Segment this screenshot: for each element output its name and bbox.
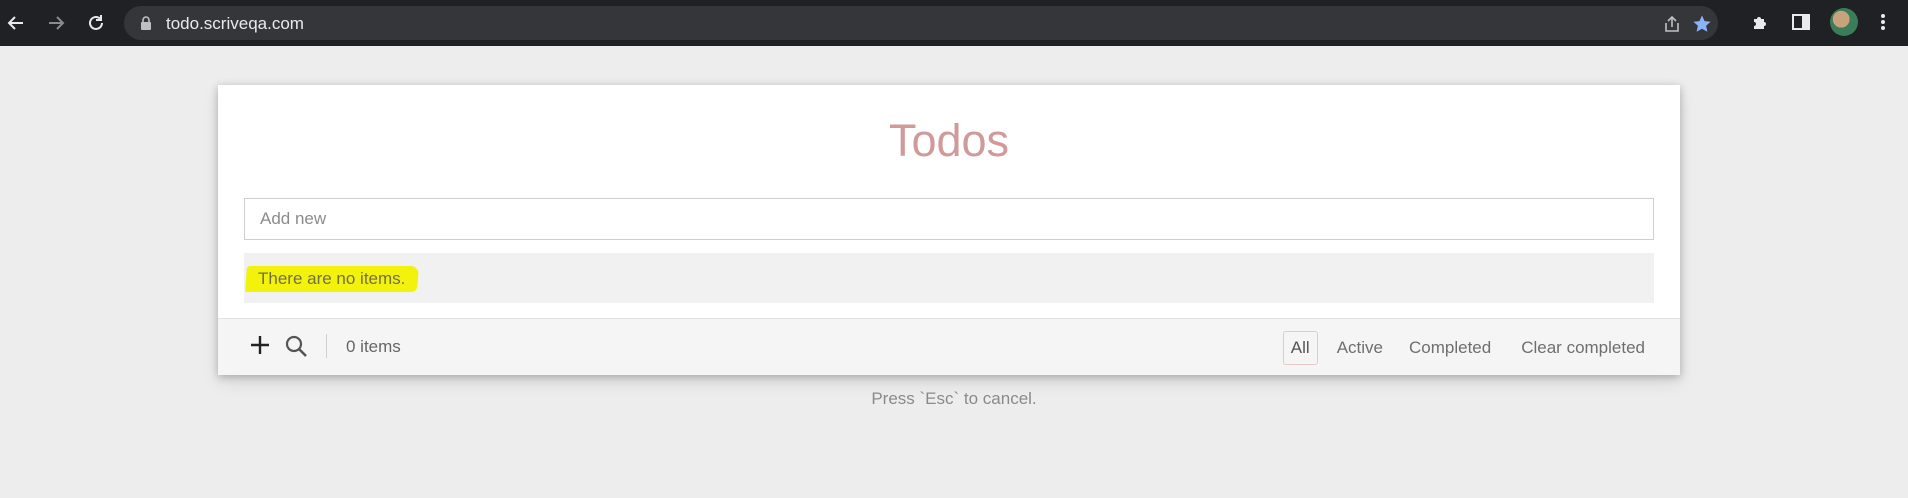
url-text: todo.scriveqa.com [166,14,304,33]
divider [326,334,327,358]
filter-completed[interactable]: Completed [1402,331,1498,365]
forward-icon[interactable] [44,11,68,35]
item-count: 0 items [346,337,401,356]
menu-icon[interactable] [1872,11,1894,33]
star-icon[interactable] [1692,14,1712,34]
browser-toolbar: todo.scriveqa.com [0,0,1908,46]
plus-icon[interactable] [248,333,272,357]
filter-all[interactable]: All [1282,331,1318,365]
search-icon[interactable] [284,334,308,358]
lock-icon [141,16,151,30]
cancel-hint: Press `Esc` to cancel. [871,389,1037,408]
empty-state: There are no items. [244,253,1654,303]
back-icon[interactable] [4,11,28,35]
filter-group: All Active Completed Clear completed [1282,331,1652,365]
clear-completed-button[interactable]: Clear completed [1514,331,1652,365]
filter-active[interactable]: Active [1330,331,1390,365]
page-title: Todos [888,115,1010,166]
reload-icon[interactable] [84,11,108,35]
empty-message: There are no items. [258,269,406,288]
todo-footer: 0 items All Active Completed Clear compl… [218,318,1680,375]
extensions-icon[interactable] [1750,11,1772,33]
address-bar[interactable]: todo.scriveqa.com [124,6,1718,40]
todo-card: Todos There are no items. 0 items All Ac… [218,85,1680,375]
add-new-input[interactable] [244,198,1654,240]
share-icon[interactable] [1662,14,1682,34]
avatar[interactable] [1830,8,1858,36]
sidepanel-icon[interactable] [1790,11,1812,33]
